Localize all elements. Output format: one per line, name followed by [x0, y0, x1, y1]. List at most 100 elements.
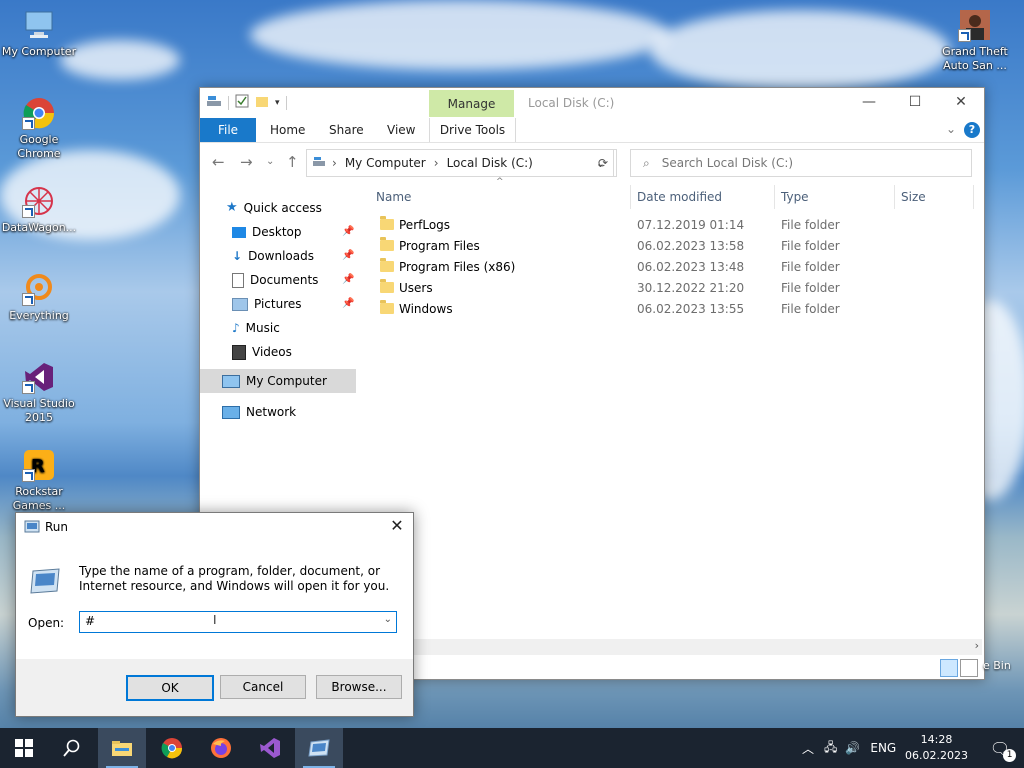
desktop-icon-datawagon[interactable]: DataWagon... [0, 184, 78, 235]
pictures-icon [232, 297, 248, 311]
computer-icon [22, 8, 56, 42]
cancel-button[interactable]: Cancel [220, 675, 306, 699]
taskbar-run[interactable] [295, 728, 343, 768]
clock[interactable]: 14:28 06.02.2023 [905, 732, 968, 764]
details-view-icon[interactable] [940, 659, 958, 677]
refresh-button[interactable]: ⟳ [590, 149, 617, 177]
run-icon [308, 739, 330, 757]
help-icon[interactable]: ? [964, 122, 980, 138]
divider [285, 95, 287, 110]
rockstar-icon: R [22, 448, 56, 482]
desktop-icon-rockstar[interactable]: R Rockstar Games ... [0, 448, 78, 513]
column-header-date-modified[interactable]: Date modified [637, 190, 722, 204]
nav-network[interactable]: Network [222, 401, 296, 423]
notifications-button[interactable]: 🗨 1 [976, 728, 1024, 768]
properties-icon[interactable] [235, 94, 249, 111]
pin-icon[interactable]: 📌 [342, 221, 354, 243]
table-row[interactable]: Windows 06.02.2023 13:55 File folder [378, 299, 978, 320]
tab-view[interactable]: View [387, 118, 415, 142]
network-icon[interactable]: 🖧 [824, 738, 837, 759]
nav-item-documents[interactable]: Documents 📌 [232, 269, 354, 291]
column-header-name[interactable]: Name [376, 190, 411, 204]
nav-item-downloads[interactable]: ↓ Downloads 📌 [232, 245, 354, 267]
breadcrumb-local-disk[interactable]: Local Disk (C:) [447, 156, 533, 170]
horizontal-scrollbar[interactable]: › [412, 639, 982, 655]
chevron-down-icon[interactable]: ⌄ [384, 614, 392, 625]
folder-icon [380, 279, 394, 293]
nav-item-music[interactable]: ♪ Music [232, 317, 280, 339]
tab-drive-tools[interactable]: Drive Tools [429, 118, 516, 142]
browse-button[interactable]: Browse... [316, 675, 402, 699]
document-icon [232, 272, 244, 288]
explorer-titlebar[interactable]: ▾ Manage Local Disk (C:) — ☐ ✕ [200, 88, 984, 118]
desktop-icon-gta-san-andreas[interactable]: Grand Theft Auto San ... [936, 8, 1014, 73]
taskbar-file-explorer[interactable] [98, 728, 146, 768]
firefox-icon [211, 738, 231, 758]
large-icons-view-icon[interactable] [960, 659, 978, 677]
start-button[interactable] [0, 728, 48, 768]
music-icon: ♪ [232, 321, 240, 335]
breadcrumb-my-computer[interactable]: My Computer [345, 156, 426, 170]
address-row: ← → ⌄ ↑ › My Computer › Local Disk (C:) … [200, 143, 984, 181]
text-cursor-icon: I [213, 613, 217, 627]
tab-manage[interactable]: Manage [429, 90, 514, 117]
tab-share[interactable]: Share [329, 118, 364, 142]
new-folder-icon[interactable] [255, 94, 269, 111]
column-header-size[interactable]: Size [901, 190, 926, 204]
network-icon [222, 405, 240, 419]
run-titlebar[interactable]: Run ✕ [16, 513, 413, 541]
language-indicator[interactable]: ENG [870, 741, 896, 755]
close-icon[interactable]: ✕ [387, 516, 407, 536]
nav-quick-access[interactable]: ★ Quick access [226, 197, 322, 219]
folder-icon [380, 258, 394, 272]
table-row[interactable]: Users 30.12.2022 21:20 File folder [378, 278, 978, 299]
table-row[interactable]: Program Files (x86) 06.02.2023 13:48 Fil… [378, 257, 978, 278]
videos-icon [232, 344, 246, 360]
back-icon[interactable]: ← [212, 153, 225, 171]
folder-icon [380, 216, 394, 230]
download-icon: ↓ [232, 249, 243, 263]
customize-qat-icon[interactable]: ▾ [275, 98, 280, 108]
divider [228, 95, 229, 110]
nav-item-pictures[interactable]: Pictures 📌 [232, 293, 354, 315]
chevron-right-icon[interactable]: › [434, 156, 439, 170]
maximize-button[interactable]: ☐ [892, 88, 938, 118]
search-button[interactable] [48, 728, 96, 768]
recycle-bin-label[interactable]: e Bin [983, 659, 1011, 672]
table-row[interactable]: Program Files 06.02.2023 13:58 File fold… [378, 236, 978, 257]
minimize-button[interactable]: — [846, 88, 892, 118]
pin-icon[interactable]: 📌 [342, 269, 354, 291]
pin-icon[interactable]: 📌 [342, 293, 354, 315]
desktop-icon-google-chrome[interactable]: Google Chrome [0, 96, 78, 161]
desktop-icon-everything[interactable]: Everything [0, 272, 78, 323]
pin-icon[interactable]: 📌 [342, 245, 354, 267]
recent-locations-icon[interactable]: ⌄ [266, 156, 274, 167]
table-row[interactable]: PerfLogs 07.12.2019 01:14 File folder [378, 215, 978, 236]
expand-ribbon-icon[interactable]: ⌄ [946, 122, 956, 136]
run-dialog[interactable]: Run ✕ Type the name of a program, folder… [15, 512, 414, 717]
desktop-icon-visual-studio[interactable]: Visual Studio 2015 [0, 360, 78, 425]
forward-icon[interactable]: → [240, 153, 253, 171]
taskbar-visual-studio[interactable] [246, 728, 294, 768]
open-input[interactable]: # I ⌄ [79, 611, 397, 633]
nav-item-desktop[interactable]: Desktop 📌 [232, 221, 354, 243]
sort-ascending-icon: ^ [496, 177, 504, 187]
desktop-icon-my-computer[interactable]: My Computer [0, 8, 78, 59]
search-input[interactable]: ⌕ Search Local Disk (C:) [630, 149, 972, 177]
chevron-right-icon[interactable]: › [332, 156, 337, 170]
tab-home[interactable]: Home [270, 118, 305, 142]
address-bar[interactable]: › My Computer › Local Disk (C:) ⌄ [306, 149, 614, 177]
nav-my-computer[interactable]: My Computer [200, 369, 356, 393]
scroll-right-icon[interactable]: › [975, 639, 979, 652]
ok-button[interactable]: OK [126, 675, 214, 701]
close-button[interactable]: ✕ [938, 88, 984, 118]
nav-item-videos[interactable]: Videos [232, 341, 292, 363]
taskbar-firefox[interactable] [197, 728, 245, 768]
chevron-up-icon[interactable]: ︿ [802, 740, 814, 757]
up-icon[interactable]: ↑ [286, 153, 299, 171]
taskbar-chrome[interactable] [148, 728, 196, 768]
tab-file[interactable]: File [200, 118, 256, 142]
column-header-type[interactable]: Type [781, 190, 809, 204]
everything-icon [22, 272, 56, 306]
volume-icon[interactable]: 🔊 [845, 741, 860, 755]
